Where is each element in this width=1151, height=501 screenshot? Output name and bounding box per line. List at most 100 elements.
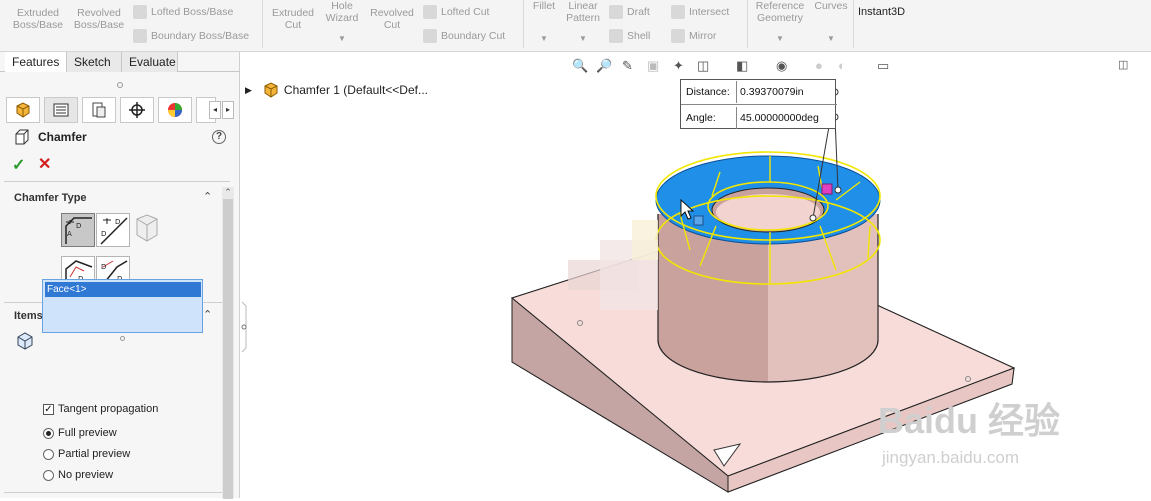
featuremanager-tab-icon[interactable] (6, 97, 40, 123)
edit-appearance-icon[interactable]: ● (815, 58, 823, 73)
command-manager-ribbon: Extruded Boss/Base Revolved Boss/Base Lo… (0, 0, 1151, 52)
restore-window-icon[interactable]: ◫ (1118, 58, 1128, 71)
lofted-cut-icon (423, 5, 437, 19)
list-resize-grip[interactable] (120, 336, 125, 341)
distance-row: Distance: 0.39370079in (681, 80, 837, 105)
angle-distance-type-button[interactable]: AD (61, 213, 95, 247)
hide-show-items-icon[interactable]: ◉ (776, 58, 787, 74)
distance-distance-type-button[interactable]: DD (96, 213, 130, 247)
lofted-cut-label: Lofted Cut (441, 5, 490, 18)
radio-selected-icon[interactable] (43, 427, 54, 439)
radio-unselected-icon[interactable] (43, 469, 54, 481)
reference-geometry-button[interactable]: Reference Geometry ▼ (752, 0, 808, 45)
cancel-button[interactable]: ✕ (38, 154, 51, 174)
propertymanager-tab-icon[interactable] (44, 97, 78, 123)
property-manager-panel: Features Sketch Evaluate ◂ ▸ Chamfer ? ✓… (0, 52, 240, 499)
partial-preview-radio[interactable]: Partial preview (43, 448, 130, 460)
curves-label: Curves (814, 0, 848, 12)
display-style-icon[interactable]: ◧ (736, 58, 748, 74)
part-icon (264, 82, 278, 98)
previous-view-icon[interactable]: ✎ (622, 58, 633, 74)
panel-resize-grip[interactable] (117, 82, 123, 88)
lofted-boss-button[interactable]: Lofted Boss/Base (133, 5, 233, 19)
linear-pattern-label-2: Pattern (566, 12, 600, 24)
baidu-watermark-logo: Baidu 经验 (878, 400, 1061, 441)
tangent-propagation-checkbox[interactable]: ✓ Tangent propagation (43, 403, 158, 415)
revolved-boss-label-2: Boss/Base (73, 19, 125, 31)
flyout-feature-tree[interactable]: ▶ Chamfer 1 (Default<<Def... (245, 82, 428, 98)
distance-label: Distance: (686, 86, 730, 98)
draft-label: Draft (627, 5, 650, 18)
section-divider (4, 181, 230, 182)
tab-scroll-left-icon[interactable]: ◂ (209, 101, 221, 119)
draft-icon (609, 5, 623, 19)
linear-pattern-dropdown-icon[interactable]: ▼ (562, 33, 604, 45)
scrollbar-thumb[interactable] (223, 199, 233, 499)
no-preview-label: No preview (58, 469, 114, 481)
apply-scene-icon[interactable]: ◐ (838, 58, 846, 73)
full-preview-radio[interactable]: Full preview (43, 427, 117, 439)
linear-pattern-button[interactable]: Linear Pattern ▼ (562, 0, 604, 45)
revolved-cut-button[interactable]: Revolved Cut (366, 7, 418, 31)
panel-splitter[interactable] (240, 52, 250, 498)
chamfer-type-collapse-icon[interactable]: ⌃ (203, 190, 212, 203)
lofted-boss-icon (133, 5, 147, 19)
reference-geometry-dropdown-icon[interactable]: ▼ (752, 33, 808, 45)
vertex-type-button[interactable] (133, 213, 163, 243)
list-item[interactable]: Face<1> (45, 282, 201, 297)
checkbox-checked-icon[interactable]: ✓ (43, 403, 54, 415)
boundary-cut-button[interactable]: Boundary Cut (423, 29, 505, 43)
configurationmanager-tab-icon[interactable] (82, 97, 116, 123)
tab-features[interactable]: Features (5, 52, 67, 72)
zoom-to-fit-icon[interactable]: 🔍 (572, 58, 588, 74)
radio-unselected-icon[interactable] (43, 448, 54, 460)
items-to-chamfer-list[interactable]: Face<1> (42, 279, 203, 333)
help-icon[interactable]: ? (212, 130, 226, 144)
ok-button[interactable]: ✓ (12, 155, 25, 175)
tab-evaluate[interactable]: Evaluate (122, 52, 178, 72)
hole-wizard-dropdown-icon[interactable]: ▼ (320, 33, 364, 45)
boundary-boss-button[interactable]: Boundary Boss/Base (133, 29, 249, 43)
tab-sketch[interactable]: Sketch (67, 52, 122, 72)
fillet-button[interactable]: Fillet ▼ (529, 0, 559, 45)
baidu-watermark-url: jingyan.baidu.com (882, 448, 1020, 467)
ribbon-divider (262, 0, 263, 48)
no-preview-radio[interactable]: No preview (43, 469, 113, 481)
view-orientation-icon[interactable]: ◫ (697, 58, 709, 74)
panel-scrollbar[interactable]: ⌃ (222, 187, 234, 499)
view-settings-icon[interactable]: ▭ (877, 58, 889, 74)
svg-text:A: A (67, 230, 72, 238)
angle-field[interactable]: 45.00000000deg (736, 106, 834, 129)
linear-pattern-label-1: Linear (568, 0, 598, 12)
extruded-boss-button[interactable]: Extruded Boss/Base (8, 7, 68, 31)
fillet-dropdown-icon[interactable]: ▼ (529, 33, 559, 45)
instant3d-button[interactable]: Instant3D (858, 6, 905, 18)
items-to-chamfer-collapse-icon[interactable]: ⌃ (203, 308, 212, 321)
svg-text:D: D (101, 263, 106, 271)
draft-button[interactable]: Draft (609, 5, 650, 19)
intersect-button[interactable]: Intersect (671, 5, 729, 19)
distance-field[interactable]: 0.39370079in (736, 81, 834, 103)
lofted-cut-button[interactable]: Lofted Cut (423, 5, 489, 19)
dynamic-annotation-icon[interactable]: ✦ (673, 58, 684, 74)
intersect-icon (671, 5, 685, 19)
shell-button[interactable]: Shell (609, 29, 650, 43)
revolved-cut-label-1: Revolved (370, 7, 414, 19)
svg-text:D: D (76, 222, 81, 230)
face-selection-icon (16, 332, 34, 353)
scroll-up-icon[interactable]: ⌃ (222, 187, 234, 199)
extruded-cut-label-1: Extruded (271, 7, 315, 19)
revolved-boss-button[interactable]: Revolved Boss/Base (70, 7, 128, 31)
section-view-icon[interactable]: ▣ (647, 58, 659, 74)
curves-dropdown-icon[interactable]: ▼ (812, 33, 850, 45)
zoom-to-area-icon[interactable]: 🔎 (596, 58, 612, 74)
tab-scroll-right-icon[interactable]: ▸ (222, 101, 234, 119)
display-manager-tab-icon[interactable] (158, 97, 192, 123)
curves-button[interactable]: Curves ▼ (812, 0, 850, 45)
extruded-cut-button[interactable]: Extruded Cut (266, 7, 320, 31)
hole-wizard-button[interactable]: Hole Wizard ▼ (320, 0, 364, 45)
mirror-button[interactable]: Mirror (671, 29, 716, 43)
expand-arrow-icon[interactable]: ▶ (245, 85, 252, 96)
dimxpert-tab-icon[interactable] (120, 97, 154, 123)
fillet-label: Fillet (532, 0, 556, 12)
